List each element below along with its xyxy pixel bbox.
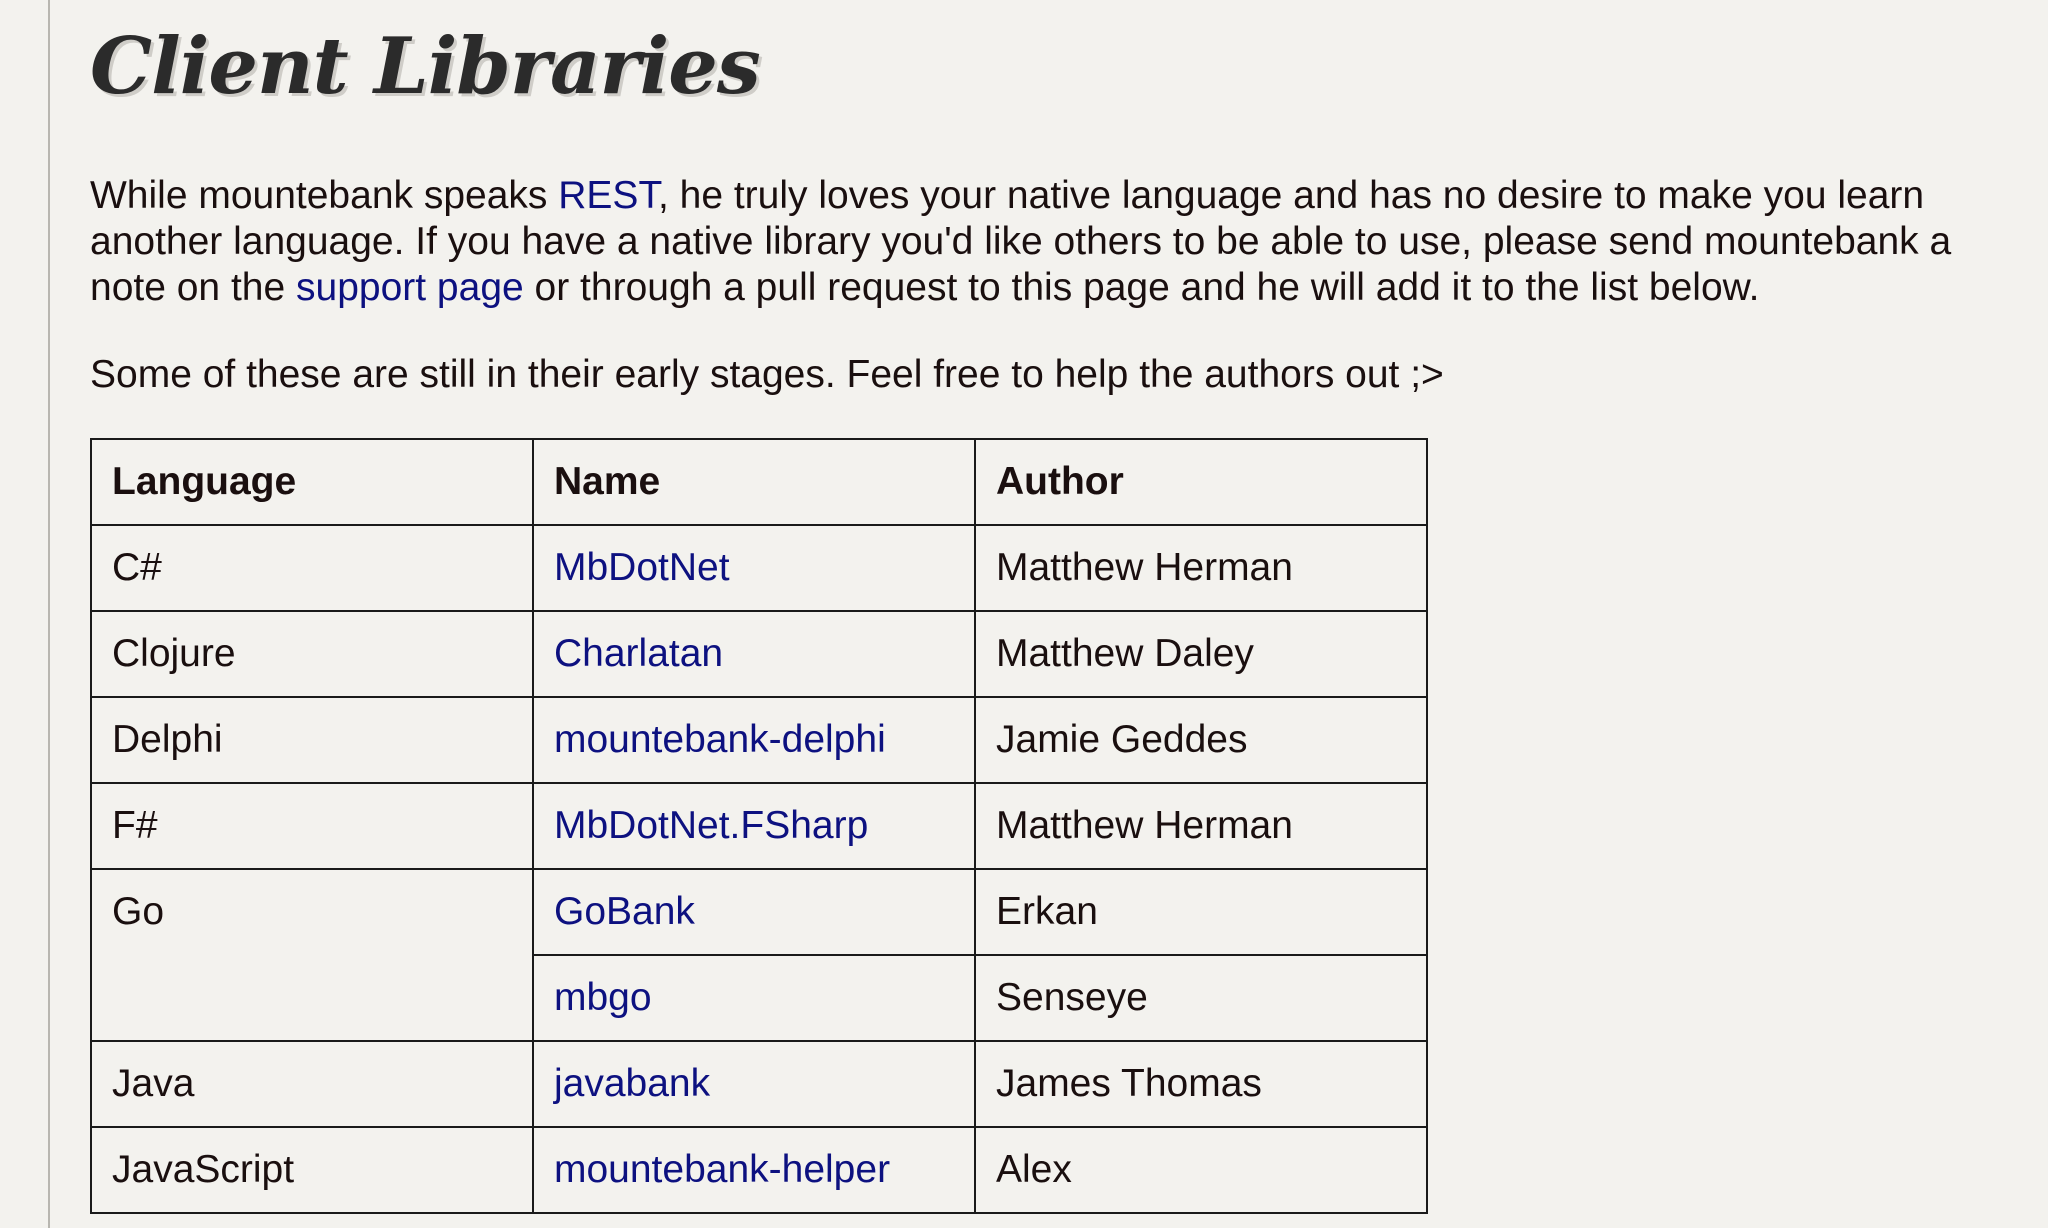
intro-paragraph: While mountebank speaks REST, he truly l… bbox=[90, 173, 2020, 311]
library-link[interactable]: GoBank bbox=[554, 890, 695, 933]
cell-language: Go bbox=[90, 868, 534, 1042]
library-link[interactable]: javabank bbox=[554, 1062, 710, 1105]
header-name: Name bbox=[532, 438, 976, 526]
intro-text-1: While mountebank speaks bbox=[90, 174, 559, 217]
cell-language: JavaScript bbox=[90, 1126, 534, 1214]
table-row: F# MbDotNet.FSharp Matthew Herman bbox=[90, 782, 1428, 870]
library-link[interactable]: Charlatan bbox=[554, 632, 723, 675]
cell-author: Senseye bbox=[974, 954, 1428, 1042]
cell-language: F# bbox=[90, 782, 534, 870]
cell-name: mountebank-helper bbox=[532, 1126, 976, 1214]
rest-link[interactable]: REST bbox=[558, 174, 658, 217]
library-link[interactable]: mountebank-delphi bbox=[554, 718, 886, 761]
cell-author: Alex bbox=[974, 1126, 1428, 1214]
cell-author: James Thomas bbox=[974, 1040, 1428, 1128]
cell-language: C# bbox=[90, 524, 534, 612]
cell-name: Charlatan bbox=[532, 610, 976, 698]
cell-language: Clojure bbox=[90, 610, 534, 698]
table-row: JavaScript mountebank-helper Alex bbox=[90, 1126, 1428, 1214]
header-language: Language bbox=[90, 438, 534, 526]
cell-author: Erkan bbox=[974, 868, 1428, 956]
cell-name: MbDotNet.FSharp bbox=[532, 782, 976, 870]
cell-author: Matthew Daley bbox=[974, 610, 1428, 698]
table-row: Delphi mountebank-delphi Jamie Geddes bbox=[90, 696, 1428, 784]
intro-text-3: or through a pull request to this page a… bbox=[523, 266, 1760, 309]
cell-name: mountebank-delphi bbox=[532, 696, 976, 784]
cell-author: Jamie Geddes bbox=[974, 696, 1428, 784]
cell-name: GoBank bbox=[532, 868, 976, 956]
table-row: Go GoBank Erkan bbox=[90, 868, 1428, 1042]
library-link[interactable]: MbDotNet.FSharp bbox=[554, 804, 868, 847]
client-libraries-table: Language Name Author C# MbDotNet Matthew… bbox=[90, 438, 1428, 1214]
header-author: Author bbox=[974, 438, 1428, 526]
table-row: Java javabank James Thomas bbox=[90, 1040, 1428, 1128]
cell-language: Delphi bbox=[90, 696, 534, 784]
support-page-link[interactable]: support page bbox=[296, 266, 524, 309]
cell-name: mbgo bbox=[532, 954, 976, 1042]
page-title: Client Libraries bbox=[90, 21, 761, 112]
left-border-rule bbox=[48, 0, 50, 1228]
table-row: Clojure Charlatan Matthew Daley bbox=[90, 610, 1428, 698]
early-stages-note: Some of these are still in their early s… bbox=[90, 353, 1444, 396]
cell-name: javabank bbox=[532, 1040, 976, 1128]
cell-author: Matthew Herman bbox=[974, 524, 1428, 612]
cell-language: Java bbox=[90, 1040, 534, 1128]
library-link[interactable]: mountebank-helper bbox=[554, 1148, 890, 1191]
cell-name: MbDotNet bbox=[532, 524, 976, 612]
library-link[interactable]: MbDotNet bbox=[554, 546, 730, 589]
library-link[interactable]: mbgo bbox=[554, 976, 652, 1019]
table-header-row: Language Name Author bbox=[90, 438, 1428, 526]
cell-author: Matthew Herman bbox=[974, 782, 1428, 870]
table-row: C# MbDotNet Matthew Herman bbox=[90, 524, 1428, 612]
